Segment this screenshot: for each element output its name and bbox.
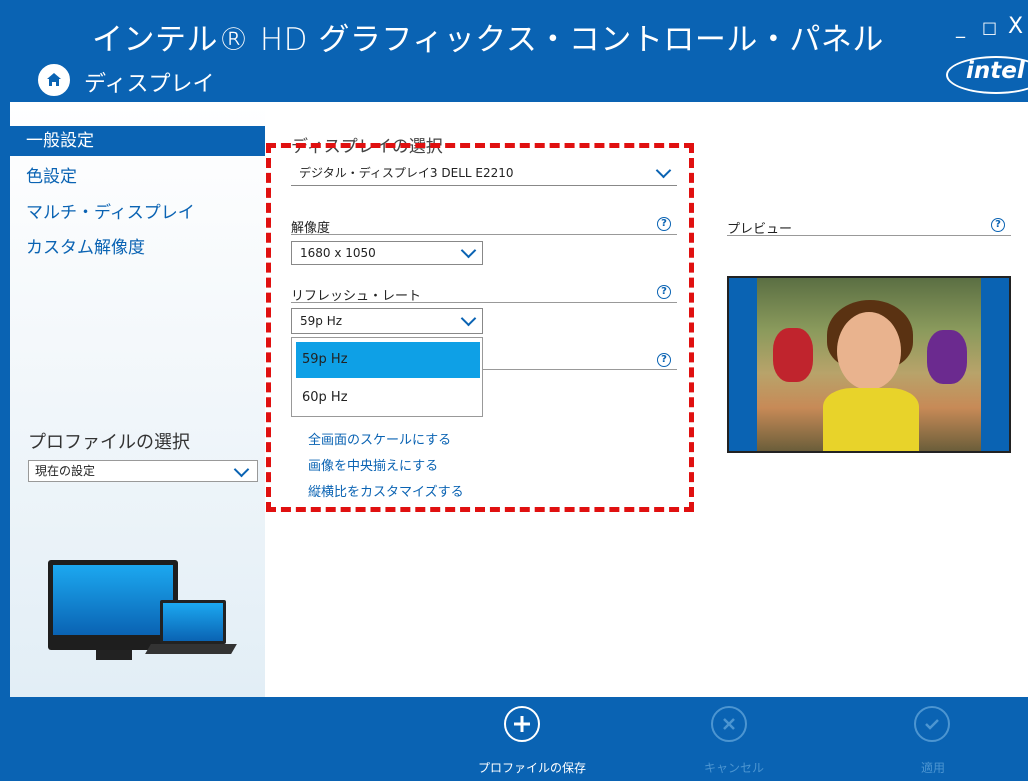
app-header: インテル® HD グラフィックス・コントロール・パネル ディスプレイ _ □ X…: [0, 0, 1028, 102]
close-button[interactable]: X: [1008, 14, 1023, 39]
preview-hand-left-shape: [773, 328, 813, 382]
sidebar-item-custom-resolution[interactable]: カスタム解像度: [10, 233, 265, 263]
profile-select-label: プロファイルの選択: [28, 432, 190, 453]
sidebar-item-multi-display[interactable]: マルチ・ディスプレイ: [10, 198, 265, 228]
plus-icon: [514, 716, 530, 732]
window-left-border: [0, 0, 10, 781]
profile-select[interactable]: 現在の設定: [28, 460, 258, 482]
footer-bar: プロファイルの保存 キャンセル 適用: [0, 697, 1028, 781]
chevron-down-icon: [233, 461, 250, 478]
laptop-screen-illustration: [163, 603, 223, 641]
cancel-button[interactable]: [711, 706, 747, 742]
cancel-label: キャンセル: [704, 761, 765, 775]
home-icon: [47, 73, 61, 86]
apply-button[interactable]: [914, 706, 950, 742]
section-title: ディスプレイ: [84, 72, 215, 97]
minimize-button[interactable]: _: [956, 18, 965, 39]
checkmark-icon: [925, 719, 939, 730]
preview-hand-right-shape: [927, 330, 967, 384]
monitor-screen-illustration: [53, 565, 173, 635]
laptop-base-illustration: [145, 644, 237, 654]
sidebar-item-color[interactable]: 色設定: [10, 162, 265, 192]
apply-label: 適用: [921, 761, 946, 775]
preview-help-icon[interactable]: ?: [991, 218, 1005, 232]
save-profile-button[interactable]: [504, 706, 540, 742]
close-icon: [723, 718, 735, 730]
maximize-button[interactable]: □: [982, 18, 997, 37]
preview-divider: [727, 235, 1011, 236]
monitor-stand-illustration: [96, 650, 132, 660]
preview-face-shape: [837, 312, 901, 390]
profile-select-value: 現在の設定: [35, 464, 96, 478]
preview-image-frame: [727, 276, 1011, 453]
app-title: インテル® HD グラフィックス・コントロール・パネル: [92, 22, 884, 58]
intel-logo-text: intel: [966, 58, 1025, 84]
home-button[interactable]: [38, 64, 70, 96]
preview-shirt-shape: [823, 388, 919, 451]
highlight-dashed-box: [266, 143, 694, 512]
save-profile-label: プロファイルの保存: [478, 761, 587, 775]
sidebar-item-general[interactable]: 一般設定: [10, 126, 265, 156]
preview-image: [757, 278, 981, 451]
